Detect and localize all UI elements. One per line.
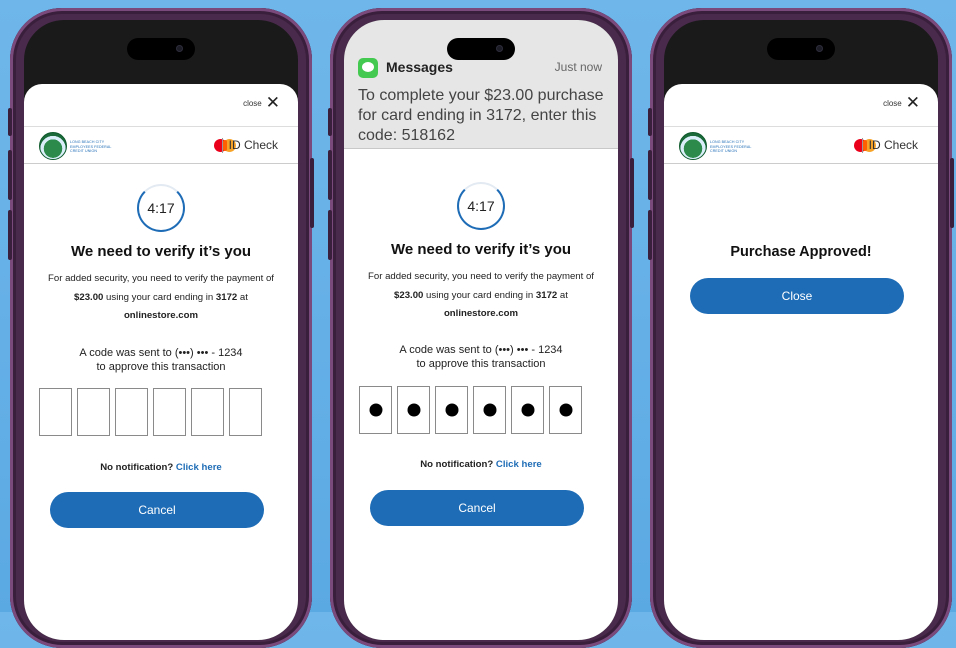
code-digit-input[interactable] bbox=[511, 386, 544, 434]
amount: $23.00 bbox=[394, 289, 424, 301]
no-notification-text: No notification? bbox=[100, 462, 174, 473]
side-button bbox=[310, 158, 314, 228]
click-here-link[interactable]: Click here bbox=[496, 459, 542, 470]
filled-digit-icon bbox=[407, 403, 420, 417]
code-sent-line-1: A code was sent to (•••) ••• - 1234 bbox=[399, 344, 563, 356]
code-digit-input[interactable] bbox=[115, 388, 148, 436]
volume-up-button bbox=[328, 150, 332, 200]
code-digit-input[interactable] bbox=[39, 388, 72, 436]
credit-union-name: LONG BEACH CITY EMPLOYEES FEDERAL CREDIT… bbox=[710, 140, 752, 154]
messages-app-icon bbox=[358, 58, 378, 78]
code-sent-line-1: A code was sent to (•••) ••• - 1234 bbox=[79, 347, 243, 359]
close-control[interactable]: close ✕ bbox=[243, 94, 280, 111]
close-button[interactable]: Close bbox=[690, 278, 904, 314]
approval-sheet: close ✕ LONG BEACH CITY EMPLOYEES FEDERA… bbox=[664, 84, 938, 640]
notification-body: To complete your $23.00 purchase for car… bbox=[358, 87, 604, 144]
code-digit-input[interactable] bbox=[397, 386, 430, 434]
close-control[interactable]: close ✕ bbox=[883, 94, 920, 111]
code-sent-line-2: to approve this transaction bbox=[416, 357, 546, 370]
approval-title: Purchase Approved! bbox=[730, 244, 872, 260]
no-notification-text: No notification? bbox=[420, 459, 494, 470]
close-label: close bbox=[883, 98, 902, 108]
code-digit-input[interactable] bbox=[191, 388, 224, 436]
cancel-button[interactable]: Cancel bbox=[370, 490, 584, 526]
notification-app-name: Messages bbox=[386, 59, 453, 75]
phone-2: Messages Just now To complete your $23.0… bbox=[328, 8, 634, 648]
code-digit-input[interactable] bbox=[77, 388, 110, 436]
security-message: For added security, you need to verify t… bbox=[360, 268, 602, 324]
code-digit-input[interactable] bbox=[229, 388, 262, 436]
phone-screen: close ✕ LONG BEACH CITY EMPLOYEES FEDERA… bbox=[24, 20, 298, 640]
phone-3: close ✕ LONG BEACH CITY EMPLOYEES FEDERA… bbox=[648, 8, 954, 648]
volume-down-button bbox=[8, 210, 12, 260]
merchant: onlinestore.com bbox=[443, 308, 519, 319]
code-input-group bbox=[359, 386, 582, 434]
no-notification-row: No notification? Click here bbox=[344, 459, 618, 470]
code-sent-line-2: to approve this transaction bbox=[96, 360, 226, 373]
card-last4: 3172 bbox=[215, 291, 238, 303]
camera-icon bbox=[496, 45, 503, 52]
brand-row: LONG BEACH CITY EMPLOYEES FEDERAL CREDIT… bbox=[664, 126, 938, 164]
filled-digit-icon bbox=[369, 403, 382, 417]
camera-icon bbox=[176, 45, 183, 52]
verification-sheet: 4:17 We need to verify it’s you For adde… bbox=[344, 84, 618, 640]
volume-down-button bbox=[328, 210, 332, 260]
countdown-timer: 4:17 bbox=[457, 182, 505, 230]
security-message: For added security, you need to verify t… bbox=[40, 270, 282, 326]
volume-up-button bbox=[648, 150, 652, 200]
card-last4: 3172 bbox=[535, 289, 558, 301]
side-button bbox=[950, 158, 954, 228]
page-title: We need to verify it’s you bbox=[390, 241, 572, 258]
code-sent-message: A code was sent to (•••) ••• - 1234 to a… bbox=[24, 347, 298, 374]
security-text-3: at bbox=[237, 291, 248, 303]
code-digit-input[interactable] bbox=[435, 386, 468, 434]
id-check-label: ID Check bbox=[221, 138, 278, 153]
side-button bbox=[630, 158, 634, 228]
security-text-2: using your card ending in bbox=[103, 291, 216, 303]
verification-sheet: close ✕ LONG BEACH CITY EMPLOYEES FEDERA… bbox=[24, 84, 298, 640]
code-digit-input[interactable] bbox=[473, 386, 506, 434]
security-text-2: using your card ending in bbox=[423, 289, 536, 301]
dynamic-island bbox=[127, 38, 195, 60]
code-sent-message: A code was sent to (•••) ••• - 1234 to a… bbox=[344, 344, 618, 371]
dynamic-island bbox=[767, 38, 835, 60]
code-digit-input[interactable] bbox=[359, 386, 392, 434]
action-button bbox=[328, 108, 332, 136]
filled-digit-icon bbox=[559, 403, 572, 417]
filled-digit-icon bbox=[483, 403, 496, 417]
no-notification-row: No notification? Click here bbox=[24, 462, 298, 473]
credit-union-logo-icon bbox=[39, 132, 67, 160]
page-title: We need to verify it’s you bbox=[70, 243, 252, 260]
notification-time: Just now bbox=[554, 60, 602, 74]
security-text-1: For added security, you need to verify t… bbox=[368, 271, 594, 282]
code-digit-input[interactable] bbox=[153, 388, 186, 436]
credit-union-logo-icon bbox=[679, 132, 707, 160]
credit-union-name: LONG BEACH CITY EMPLOYEES FEDERAL CREDIT… bbox=[70, 140, 112, 154]
click-here-link[interactable]: Click here bbox=[176, 462, 222, 473]
filled-digit-icon bbox=[521, 403, 534, 417]
volume-down-button bbox=[648, 210, 652, 260]
close-label: close bbox=[243, 98, 262, 108]
action-button bbox=[648, 108, 652, 136]
close-icon[interactable]: ✕ bbox=[266, 94, 280, 111]
id-check-label: ID Check bbox=[861, 138, 918, 153]
amount: $23.00 bbox=[74, 291, 104, 303]
close-icon[interactable]: ✕ bbox=[906, 94, 920, 111]
phone-screen: close ✕ LONG BEACH CITY EMPLOYEES FEDERA… bbox=[664, 20, 938, 640]
phone-1: close ✕ LONG BEACH CITY EMPLOYEES FEDERA… bbox=[8, 8, 314, 648]
security-text-1: For added security, you need to verify t… bbox=[48, 273, 274, 284]
phone-screen: Messages Just now To complete your $23.0… bbox=[344, 20, 618, 640]
security-text-3: at bbox=[557, 289, 568, 301]
code-input-group bbox=[39, 388, 262, 436]
merchant: onlinestore.com bbox=[123, 310, 199, 321]
code-digit-input[interactable] bbox=[549, 386, 582, 434]
action-button bbox=[8, 108, 12, 136]
brand-row: LONG BEACH CITY EMPLOYEES FEDERAL CREDIT… bbox=[24, 126, 298, 164]
cancel-button[interactable]: Cancel bbox=[50, 492, 264, 528]
countdown-timer: 4:17 bbox=[137, 184, 185, 232]
dynamic-island bbox=[447, 38, 515, 60]
filled-digit-icon bbox=[445, 403, 458, 417]
volume-up-button bbox=[8, 150, 12, 200]
camera-icon bbox=[816, 45, 823, 52]
